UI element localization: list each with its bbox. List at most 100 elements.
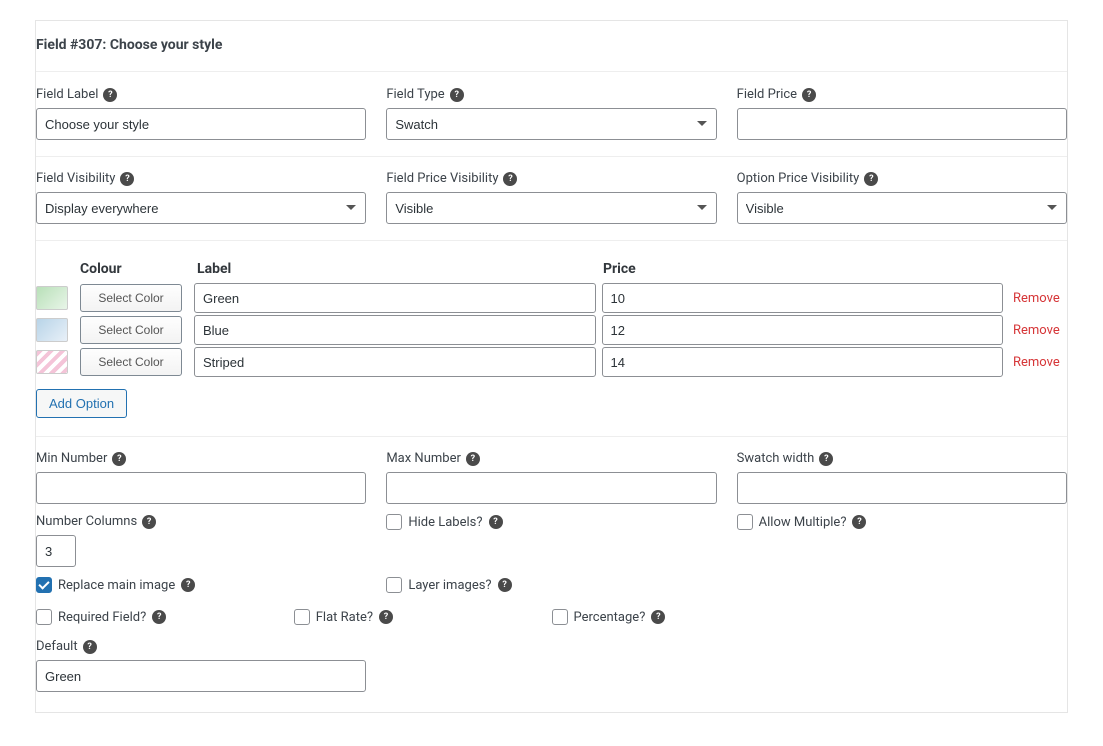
field-price-visibility-group: Field Price Visibility ? Visible <box>386 171 716 224</box>
add-option-button[interactable]: Add Option <box>36 389 127 418</box>
number-columns-input[interactable] <box>36 535 76 567</box>
percentage-line: Percentage? ? <box>552 609 810 625</box>
help-icon[interactable]: ? <box>83 640 97 654</box>
field-label-input[interactable] <box>36 108 366 140</box>
max-number-label: Max Number ? <box>386 451 716 466</box>
hide-labels-checkbox[interactable] <box>386 514 402 530</box>
row-flags: Required Field? ? Flat Rate? ? Percentag… <box>36 603 1067 639</box>
option-row: Select Color Remove <box>36 283 1067 313</box>
help-icon[interactable]: ? <box>503 172 517 186</box>
field-price-label: Field Price ? <box>737 87 1067 102</box>
option-label-input[interactable] <box>194 347 596 377</box>
field-type-select[interactable]: Swatch <box>386 108 716 140</box>
field-price-visibility-label: Field Price Visibility ? <box>386 171 716 186</box>
row-images: Replace main image ? Layer images? ? <box>36 577 1067 603</box>
option-price-visibility-group: Option Price Visibility ? Visible <box>737 171 1067 224</box>
field-label-label: Field Label ? <box>36 87 366 102</box>
help-icon[interactable]: ? <box>852 515 866 529</box>
text-label: Field Visibility <box>36 171 115 186</box>
replace-main-image-line: Replace main image ? <box>36 577 366 593</box>
field-price-visibility-select[interactable]: Visible <box>386 192 716 224</box>
help-icon[interactable]: ? <box>498 578 512 592</box>
help-icon[interactable]: ? <box>142 515 156 529</box>
option-thumbnail[interactable] <box>36 286 68 310</box>
replace-main-image-checkbox[interactable] <box>36 577 52 593</box>
option-row: Select Color Remove <box>36 347 1067 377</box>
field-type-group: Field Type ? Swatch <box>386 87 716 140</box>
default-group: Default ? <box>36 639 1067 692</box>
row-visibility: Field Visibility ? Display everywhere Fi… <box>36 171 1067 241</box>
help-icon[interactable]: ? <box>112 452 126 466</box>
help-icon[interactable]: ? <box>802 88 816 102</box>
text-label: Percentage? <box>574 610 646 625</box>
select-color-button[interactable]: Select Color <box>80 316 182 344</box>
help-icon[interactable]: ? <box>120 172 134 186</box>
swatch-width-label: Swatch width ? <box>737 451 1067 466</box>
allow-multiple-line: Allow Multiple? ? <box>737 514 1067 530</box>
text-label: Max Number <box>386 451 461 466</box>
help-icon[interactable]: ? <box>181 578 195 592</box>
text-label: Layer images? <box>408 578 491 593</box>
remove-option-link[interactable]: Remove <box>1009 291 1067 306</box>
field-label-group: Field Label ? <box>36 87 366 140</box>
field-visibility-group: Field Visibility ? Display everywhere <box>36 171 366 224</box>
text-label: Option Price Visibility <box>737 171 860 186</box>
select-color-button[interactable]: Select Color <box>80 284 182 312</box>
help-icon[interactable]: ? <box>379 610 393 624</box>
hide-labels-group: Hide Labels? ? <box>386 514 716 567</box>
field-visibility-select[interactable]: Display everywhere <box>36 192 366 224</box>
text-label: Field Label <box>36 87 98 102</box>
option-price-input[interactable] <box>602 347 1004 377</box>
min-number-input[interactable] <box>36 472 366 504</box>
min-number-group: Min Number ? <box>36 451 366 504</box>
col-header-price: Price <box>601 261 1007 277</box>
option-price-input[interactable] <box>602 315 1004 345</box>
allow-multiple-group: Allow Multiple? ? <box>737 514 1067 567</box>
option-price-visibility-select[interactable]: Visible <box>737 192 1067 224</box>
help-icon[interactable]: ? <box>864 172 878 186</box>
text-label: Replace main image <box>58 578 175 593</box>
swatch-width-group: Swatch width ? <box>737 451 1067 504</box>
allow-multiple-checkbox[interactable] <box>737 514 753 530</box>
text-label: Flat Rate? <box>316 610 373 625</box>
number-columns-label: Number Columns ? <box>36 514 366 529</box>
layer-images-checkbox[interactable] <box>386 577 402 593</box>
help-icon[interactable]: ? <box>466 452 480 466</box>
flat-rate-checkbox[interactable] <box>294 609 310 625</box>
select-color-button[interactable]: Select Color <box>80 348 182 376</box>
field-editor-panel: Field #307: Choose your style Field Labe… <box>35 20 1068 713</box>
text-label: Required Field? <box>58 610 146 625</box>
option-price-visibility-label: Option Price Visibility ? <box>737 171 1067 186</box>
row-columns: Number Columns ? Hide Labels? ? Allow Mu… <box>36 514 1067 577</box>
default-input[interactable] <box>36 660 366 692</box>
field-price-group: Field Price ? <box>737 87 1067 140</box>
field-price-input[interactable] <box>737 108 1067 140</box>
required-field-line: Required Field? ? <box>36 609 294 625</box>
layer-images-group: Layer images? ? <box>386 577 716 593</box>
help-icon[interactable]: ? <box>152 610 166 624</box>
percentage-checkbox[interactable] <box>552 609 568 625</box>
max-number-input[interactable] <box>386 472 716 504</box>
text-label: Field Price Visibility <box>386 171 498 186</box>
help-icon[interactable]: ? <box>450 88 464 102</box>
text-label: Allow Multiple? <box>759 515 847 530</box>
help-icon[interactable]: ? <box>489 515 503 529</box>
option-price-input[interactable] <box>602 283 1004 313</box>
text-label: Min Number <box>36 451 107 466</box>
flat-rate-line: Flat Rate? ? <box>294 609 552 625</box>
option-thumbnail[interactable] <box>36 318 68 342</box>
swatch-width-input[interactable] <box>737 472 1067 504</box>
help-icon[interactable]: ? <box>819 452 833 466</box>
field-visibility-label: Field Visibility ? <box>36 171 366 186</box>
option-label-input[interactable] <box>194 283 596 313</box>
remove-option-link[interactable]: Remove <box>1009 355 1067 370</box>
max-number-group: Max Number ? <box>386 451 716 504</box>
option-label-input[interactable] <box>194 315 596 345</box>
help-icon[interactable]: ? <box>651 610 665 624</box>
text-label: Field Price <box>737 87 797 102</box>
required-field-checkbox[interactable] <box>36 609 52 625</box>
help-icon[interactable]: ? <box>103 88 117 102</box>
option-thumbnail[interactable] <box>36 350 68 374</box>
remove-option-link[interactable]: Remove <box>1009 323 1067 338</box>
col-header-label: Label <box>195 261 601 277</box>
